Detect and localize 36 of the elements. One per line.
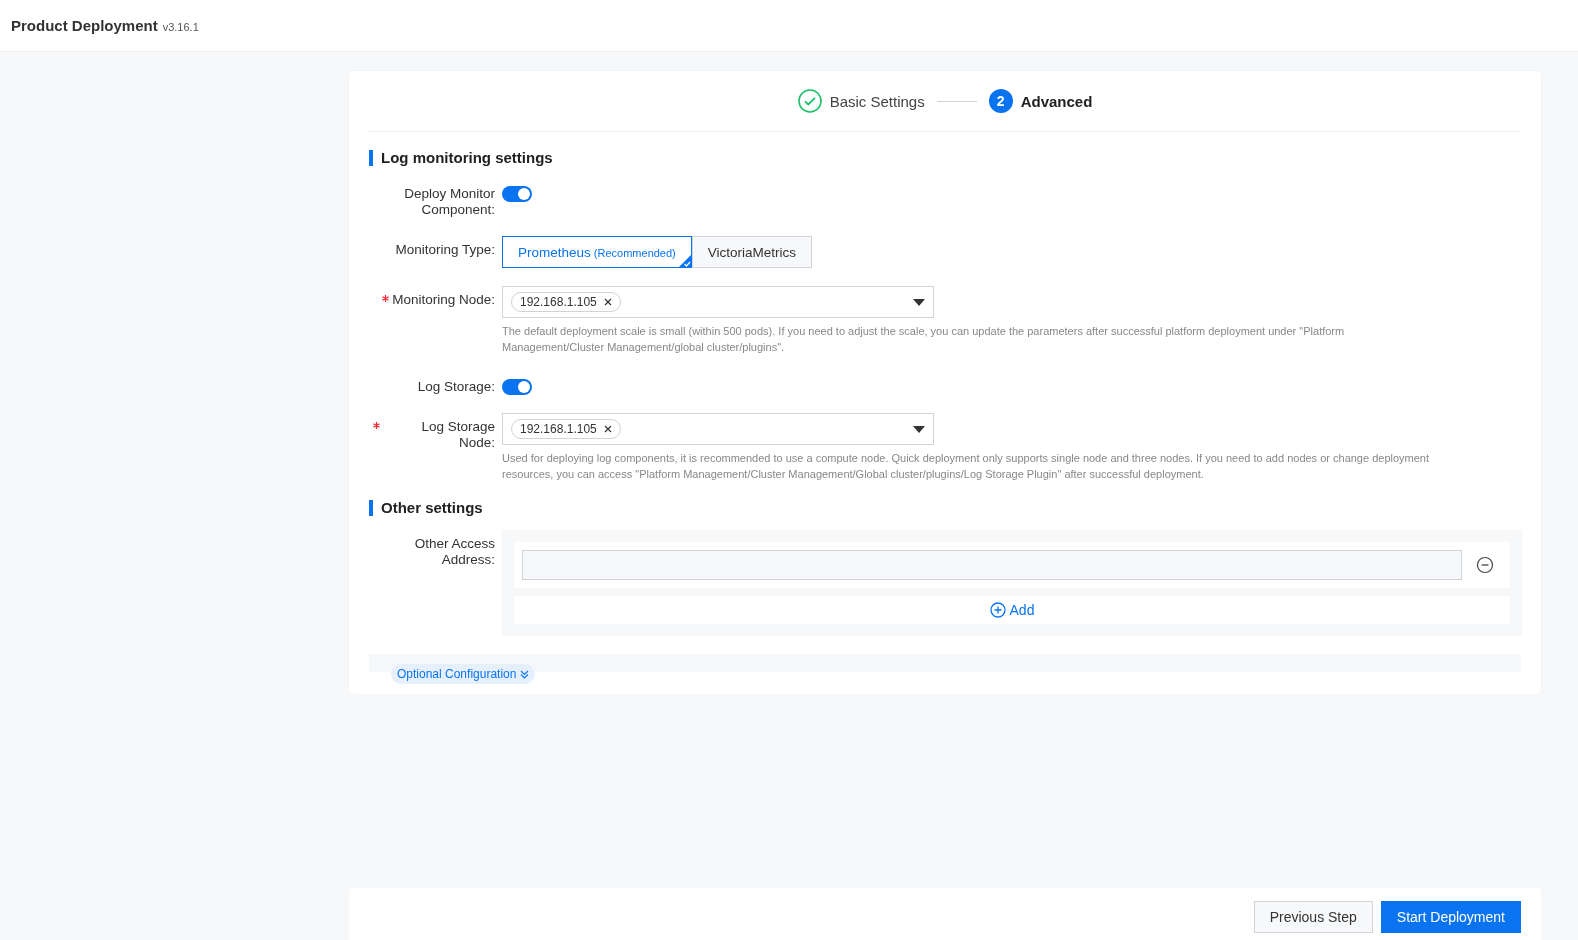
- version-label: v3.16.1: [162, 21, 199, 33]
- node-tag: 192.168.1.105: [511, 419, 621, 439]
- close-icon: [603, 425, 612, 433]
- plus-circle-icon: [989, 602, 1006, 618]
- field-label: Log Storage:: [417, 379, 495, 395]
- caret-icon: [913, 298, 925, 306]
- section-title: Log monitoring settings: [369, 150, 1521, 166]
- section-title: Other settings: [369, 500, 1521, 516]
- optional-configuration-toggle[interactable]: Optional Configuration: [391, 664, 536, 684]
- step-connector: [936, 100, 977, 102]
- toggle-switch[interactable]: [502, 379, 532, 395]
- help-text: Used for deploying log components, it is recommended to use a compute node. Quick deployment only supports single node and three nodes. If you need to add nodes or change deployment resources, you can access "Platform Management/Cluster Management/Global cluster/plugins/Log Storage Plugin" after successful deployment.: [502, 451, 1431, 482]
- toggle-switch[interactable]: [502, 186, 532, 202]
- field-label: Log Storage Node:: [420, 419, 495, 451]
- close-icon: [603, 298, 612, 306]
- node-tag: 192.168.1.105: [511, 292, 621, 312]
- option-button[interactable]: VictoriaMetrics: [691, 236, 813, 268]
- field-label: Other Access Address:: [413, 536, 495, 568]
- previous-step-button[interactable]: Previous Step: [1253, 901, 1373, 933]
- app-title: Product Deployment: [11, 17, 158, 34]
- chevron-down-icon: [520, 669, 530, 679]
- add-button[interactable]: Add: [514, 596, 1510, 624]
- address-input[interactable]: [522, 550, 1462, 580]
- help-text: The default deployment scale is small (within 500 pods). If you need to adjust the scale, you can update the parameters after successful platform deployment under "Platform Management/Cluster Management/global cluster/plugins".: [502, 324, 1346, 355]
- start-deployment-button[interactable]: Start Deployment: [1380, 901, 1521, 933]
- option-button[interactable]: Prometheus (Recommended): [502, 236, 692, 268]
- step-number: 2: [988, 89, 1013, 113]
- step-label: Advanced: [1020, 92, 1093, 110]
- field-label: Monitoring Node:: [392, 292, 495, 308]
- node-select[interactable]: 192.168.1.105: [502, 413, 934, 445]
- field-label: Deploy Monitor Component:: [403, 186, 495, 218]
- step-label: Basic Settings: [829, 92, 925, 110]
- caret-icon: [913, 425, 925, 433]
- node-select[interactable]: 192.168.1.105: [502, 286, 934, 318]
- field-label: Monitoring Type:: [395, 242, 495, 258]
- selected-corner-icon: [677, 254, 692, 268]
